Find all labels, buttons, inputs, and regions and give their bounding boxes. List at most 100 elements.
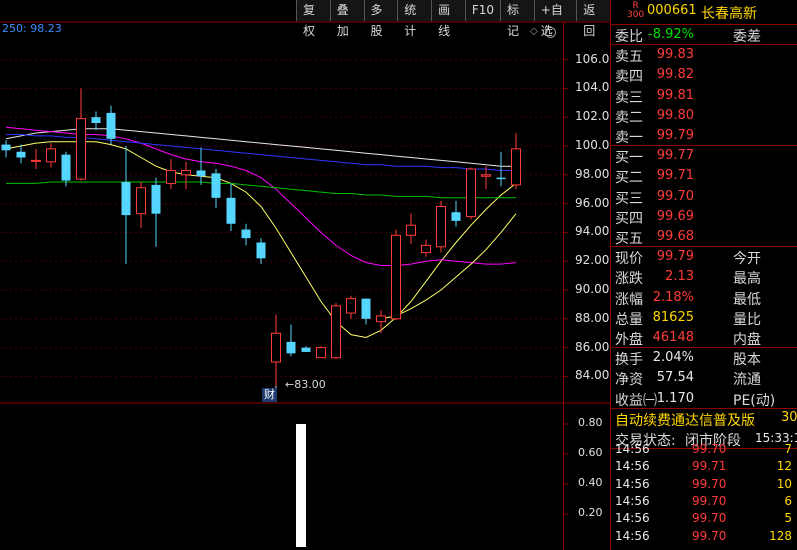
- tick-row: 14:56 99.70 5: [611, 511, 797, 528]
- candlestick-chart[interactable]: [0, 0, 610, 550]
- sell-level-row-label: 卖二: [615, 109, 643, 126]
- candle-body: [181, 169, 191, 176]
- price-tick-label: 90.00: [575, 282, 610, 296]
- candle-body: [286, 341, 296, 354]
- fundamental-stat-row-label2: PE(动): [733, 392, 776, 409]
- candle-body: [376, 315, 386, 323]
- candle-body: [136, 187, 146, 215]
- fundamental-stat-row-label2: 流通: [733, 372, 761, 389]
- fundamental-stat-row-value: 2.04%: [652, 350, 694, 366]
- volume-tick-label: 0.60: [578, 446, 603, 459]
- candle-body: [76, 118, 86, 180]
- tick-time: 14:56: [615, 476, 650, 491]
- tick-time: 14:56: [615, 442, 650, 456]
- toolbar-button[interactable]: 多股: [363, 0, 398, 38]
- weibi-row-label2: 委差: [733, 29, 761, 45]
- moving-average-line: [6, 181, 516, 199]
- diamond-icon[interactable]: ◇: [530, 26, 538, 37]
- toolbar-button[interactable]: 画线: [431, 0, 465, 38]
- low-price-marker: ←83.00: [285, 378, 326, 391]
- candle-body: [361, 298, 371, 319]
- buy-level-row-value: 99.71: [656, 168, 694, 184]
- ma-readout: 250: 98.23: [2, 22, 62, 35]
- buy-level-row-value: 99.70: [656, 188, 694, 204]
- toolbar-button[interactable]: +自选: [533, 0, 577, 38]
- tick-time: 14:56: [615, 511, 650, 526]
- r-badge-sub: 300: [627, 10, 645, 20]
- fundamental-stat-row-value: 1.170: [656, 390, 694, 406]
- fundamental-stat-row: 净资 57.54 流通: [611, 368, 797, 388]
- quote-stat-row-label: 涨幅: [615, 291, 643, 308]
- stock-name: 长春高新: [701, 6, 757, 22]
- stock-code: 000661: [647, 3, 697, 18]
- toolbar-button[interactable]: 叠加: [329, 0, 364, 38]
- price-tick-label: 88.00: [575, 310, 610, 325]
- toolbar-button[interactable]: 标记: [500, 0, 534, 38]
- weibi-row: 委比 -8.92% 委差: [611, 25, 797, 45]
- rzrq-badge: R 300: [627, 2, 644, 20]
- toolbar-button[interactable]: 复权: [296, 0, 330, 38]
- candle-body: [256, 242, 266, 259]
- toolbar-button[interactable]: F10: [464, 0, 500, 21]
- volume-bar: [296, 424, 306, 547]
- candle-body: [481, 174, 491, 177]
- weibi-row-label: 委比: [615, 29, 643, 45]
- fundamental-stat-row-value: 57.54: [656, 370, 694, 386]
- fundamental-stat-row-label: 净资: [615, 372, 643, 389]
- ad-number: 30: [781, 409, 797, 425]
- candle-body: [46, 148, 56, 163]
- chart-toolbar: 复权 叠加 多股 统计 画线 F10 标记 +自选 返回: [296, 0, 610, 38]
- price-tick-label: 92.00: [575, 253, 610, 268]
- price-tick-label: 84.00: [575, 368, 610, 383]
- fundamental-stat-row: 收益㈠ 1.170 PE(动): [611, 389, 797, 409]
- candle-body: [331, 305, 341, 359]
- quote-stat-row: 涨跌 2.13 最高: [611, 267, 797, 287]
- candle-body: [1, 144, 11, 151]
- sell-level-row-label: 卖一: [615, 130, 643, 146]
- quote-stat-row-value: 81625: [652, 309, 694, 325]
- toolbar-button[interactable]: 返回: [576, 0, 610, 38]
- tick-price: 99.70: [692, 476, 727, 491]
- buy-level-row-value: 99.77: [656, 148, 694, 164]
- quote-stat-row: 现价 99.79 今开: [611, 247, 797, 267]
- quote-stat-row-label2: 今开: [733, 251, 761, 268]
- price-tick-label: 94.00: [575, 224, 610, 239]
- sell-level-row-label: 卖四: [615, 69, 643, 86]
- candle-body: [61, 154, 71, 181]
- quote-stat-row-value: 2.13: [665, 269, 694, 285]
- tick-price: 99.70: [692, 493, 727, 508]
- ad-text[interactable]: 自动续费通达信普及版: [615, 410, 755, 430]
- quote-stat-row-value: 99.79: [656, 249, 694, 265]
- quote-stat-row-value: 46148: [652, 330, 694, 345]
- moving-average-line: [380, 213, 517, 320]
- candle-body: [436, 205, 446, 248]
- price-tick-label: 96.00: [575, 195, 610, 210]
- tick-volume: 5: [784, 511, 792, 526]
- sell-level-row: 卖一 99.79: [611, 126, 797, 146]
- candle-body: [301, 347, 311, 352]
- quote-stat-row-label: 外盘: [615, 332, 643, 348]
- financial-report-badge[interactable]: 财: [262, 388, 277, 402]
- buy-level-row: 买四 99.69: [611, 207, 797, 227]
- fundamental-stat-row-label: 收益㈠: [615, 392, 657, 409]
- quote-stat-row-label2: 最高: [733, 271, 761, 288]
- ad-banner[interactable]: 自动续费通达信普及版 30: [611, 409, 797, 429]
- sell-level-row-value: 99.83: [656, 47, 694, 63]
- fundamental-stat-row: 换手 2.04% 股本: [611, 348, 797, 368]
- buy-level-row-label: 买二: [615, 170, 643, 187]
- fundamental-stat-row-label: 换手: [615, 352, 643, 369]
- price-axis-divider: [563, 22, 564, 550]
- volume-tick-label: 0.40: [578, 476, 603, 489]
- kline-chart-area[interactable]: 250: 98.23 ◇ 106.00 104.00 102.00 100.00 98.…: [0, 0, 617, 550]
- toolbar-button[interactable]: 统计: [397, 0, 432, 38]
- quote-stat-row-label: 总量: [615, 311, 643, 328]
- buy-level-row: 买三 99.70: [611, 187, 797, 207]
- tick-row: 14:56 99.70 7: [611, 442, 797, 459]
- buy-level-row-label: 买一: [615, 150, 643, 167]
- quote-panel: R 300 000661 长春高新 委比 -8.92% 委差 卖五 99.83 卖四 99.8…: [610, 0, 797, 550]
- candle-body: [226, 197, 236, 224]
- volume-tick-label: 0.20: [578, 506, 603, 519]
- candle-body: [271, 332, 281, 363]
- sell-level-row-label: 卖三: [615, 89, 643, 106]
- candle-body: [391, 234, 401, 320]
